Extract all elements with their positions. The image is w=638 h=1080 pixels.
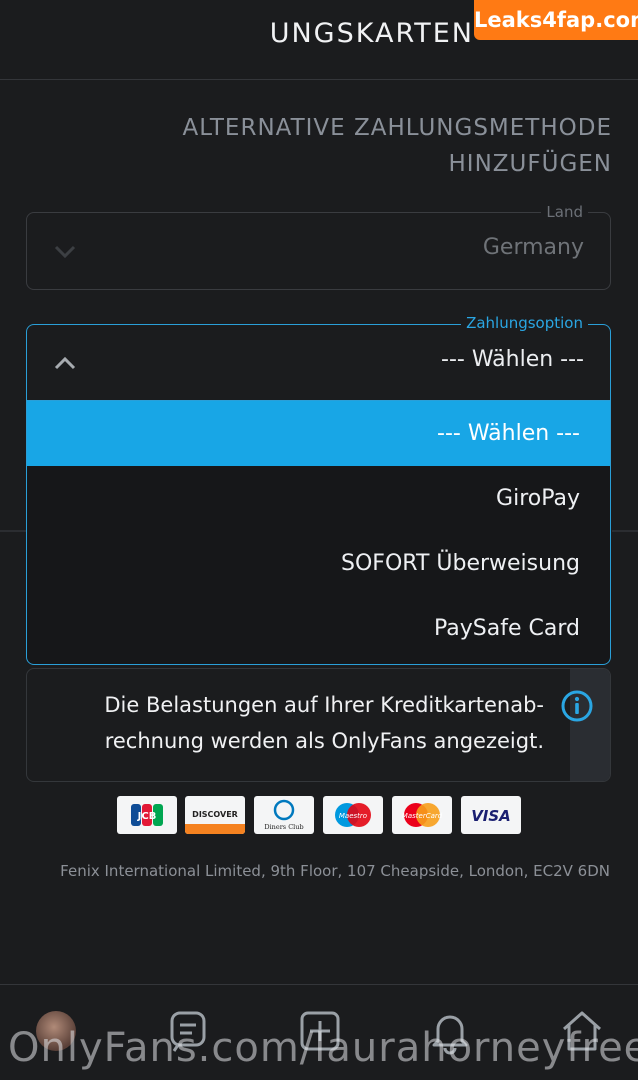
discover-logo: DISCOVER <box>185 796 245 834</box>
dropdown-option-giropay[interactable]: GiroPay <box>27 466 610 531</box>
maestro-text: Maestro <box>339 812 367 820</box>
header: UNGSKARTEN Leaks4fap.com <box>0 0 638 80</box>
dropdown-option-waehlen[interactable]: --- Wählen --- <box>27 401 610 466</box>
payment-option-value: --- Wählen --- <box>441 347 584 372</box>
chevron-down-icon <box>51 237 79 269</box>
divider <box>0 530 26 532</box>
page-title: UNGSKARTEN <box>269 18 474 49</box>
watermark-text: OnlyFans.com/laurahorneyfree <box>8 1025 638 1071</box>
payment-card-logos: VISA MasterCard Maestro Diners Club DISC… <box>117 796 522 836</box>
visa-logo: VISA <box>461 796 521 834</box>
diners-text: Diners Club <box>264 823 303 831</box>
diners-club-logo: Diners Club <box>254 796 314 834</box>
payment-option-select[interactable]: Zahlungsoption --- Wählen --- <box>26 314 611 402</box>
mastercard-text: MasterCard <box>402 812 443 820</box>
divider <box>612 530 638 532</box>
mastercard-logo: MasterCard <box>392 796 452 834</box>
chevron-up-icon[interactable] <box>51 349 79 381</box>
maestro-logo: Maestro <box>323 796 383 834</box>
info-icon <box>560 689 594 727</box>
visa-text: VISA <box>471 807 511 825</box>
land-value: Germany <box>482 235 584 260</box>
discover-text: DISCOVER <box>192 810 238 819</box>
info-text: Die Belastungen auf Ihrer Kreditkartenab… <box>104 693 544 753</box>
jcb-logo: JCB <box>117 796 177 834</box>
land-label: Land <box>541 203 588 221</box>
payment-option-dropdown: --- Wählen --- GiroPay SOFORT Überweisun… <box>26 400 611 665</box>
dropdown-option-sofort[interactable]: SOFORT Überweisung <box>27 531 610 596</box>
land-select: Land Germany <box>26 203 611 290</box>
dropdown-option-paysafe[interactable]: PaySafe Card <box>27 596 610 661</box>
jcb-text: JCB <box>137 811 157 822</box>
company-address: Fenix International Limited, 9th Floor, … <box>60 862 610 880</box>
section-title: ALTERNATIVE ZAHLUNGSMETHODE HINZUFÜGEN <box>182 115 612 177</box>
watermark-badge: Leaks4fap.com <box>474 0 638 40</box>
info-box: Die Belastungen auf Ihrer Kreditkartenab… <box>26 668 611 782</box>
payment-option-label: Zahlungsoption <box>461 314 588 332</box>
